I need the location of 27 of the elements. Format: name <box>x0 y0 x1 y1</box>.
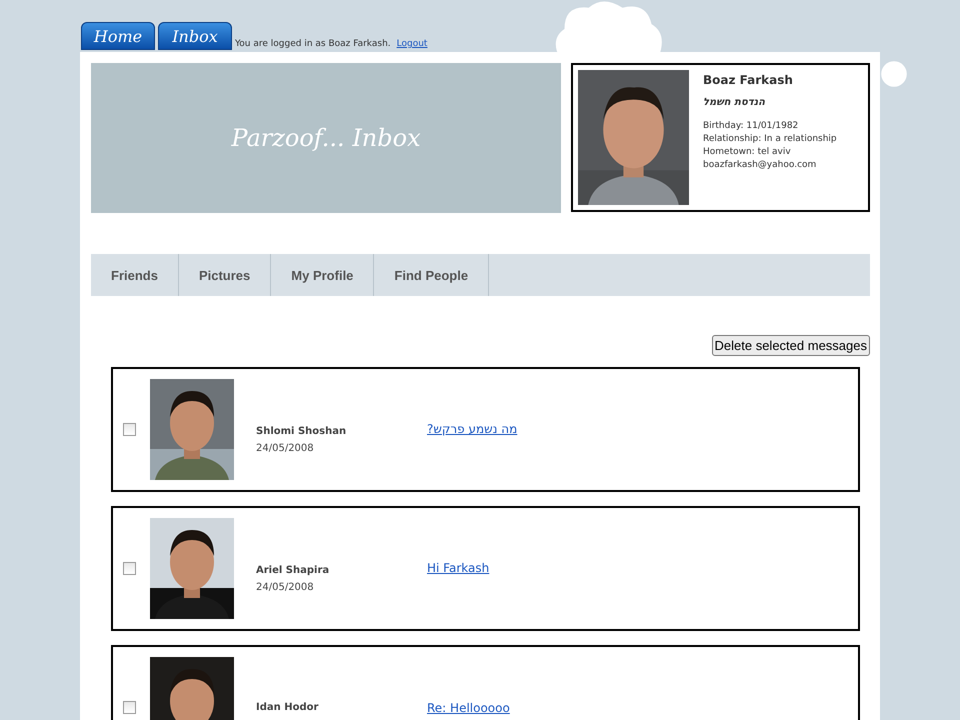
checkbox[interactable] <box>123 701 136 714</box>
sender-name: Shlomi Shoshan <box>256 426 348 436</box>
banner-title: Parzoof... Inbox <box>231 124 421 152</box>
checkbox[interactable] <box>123 562 136 575</box>
message-date: 24/05/2008 <box>256 442 315 454</box>
nav-item[interactable]: Find People <box>374 254 490 296</box>
profile-subtitle: הנדסת חשמל <box>703 97 766 108</box>
profile-detail: Hometown: tel aviv <box>703 146 792 159</box>
logout-link[interactable]: Logout <box>396 38 428 50</box>
message-subject-link[interactable]: Hi Farkash <box>427 561 490 575</box>
sender-name: Ariel Shapira <box>256 564 330 576</box>
nav-tab[interactable]: Inbox <box>158 22 232 50</box>
nav-tab[interactable]: Home <box>81 22 155 50</box>
nav-item[interactable]: Pictures <box>178 254 272 296</box>
message-date: 24/05/2008 <box>256 582 315 592</box>
profile-detail: Birthday: 11/01/1982 <box>703 120 800 133</box>
login-text: You are logged in as Boaz Farkash. <box>235 38 391 50</box>
sender-name: Idan Hodor <box>256 702 320 713</box>
checkbox[interactable] <box>123 423 136 436</box>
profile-detail: boazfarkash@yahoo.com <box>703 159 818 172</box>
profile-detail: Relationship: In a relationship <box>703 133 837 146</box>
nav-item[interactable]: My Profile <box>271 254 374 296</box>
profile-name: Boaz Farkash <box>703 73 794 87</box>
nav-item[interactable]: Friends <box>91 254 179 296</box>
message-subject-link[interactable]: Re: Hellooooo <box>427 700 510 714</box>
message-subject-link[interactable]: מה נשמע פרקש? <box>427 422 518 436</box>
delete-button[interactable]: Delete selected messages <box>712 335 870 356</box>
